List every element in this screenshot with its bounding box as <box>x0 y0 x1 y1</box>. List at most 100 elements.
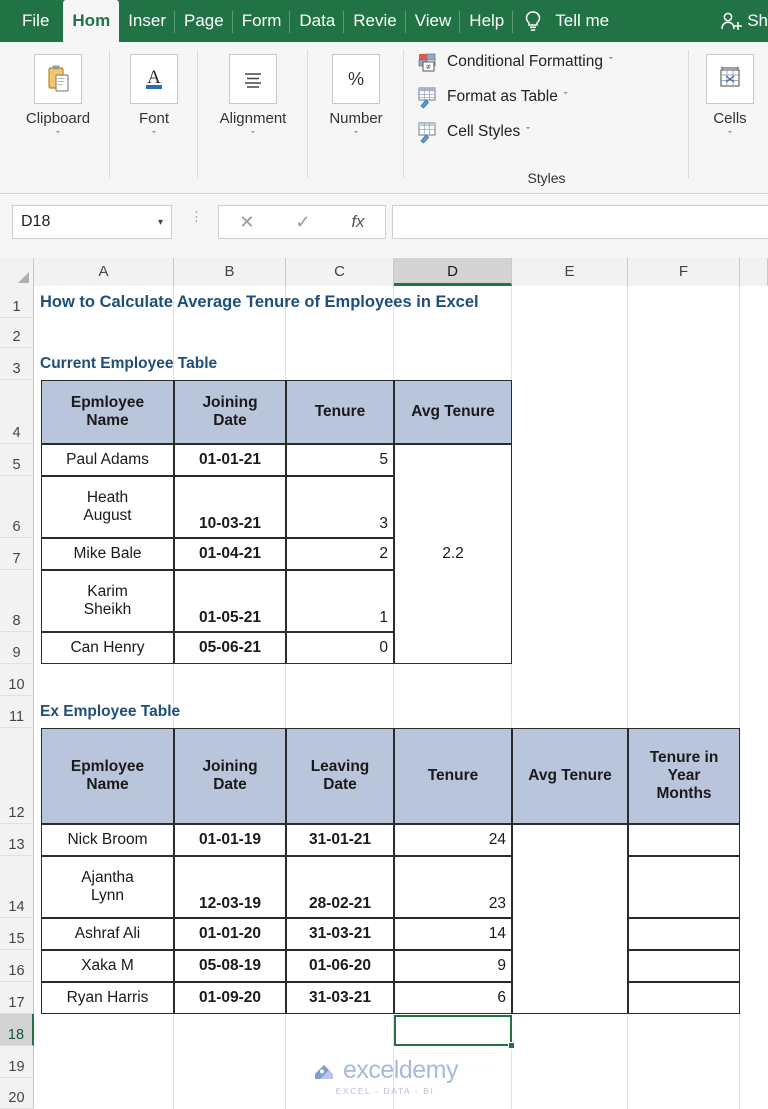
row-header-2[interactable]: 2 <box>0 318 34 348</box>
column-header-c[interactable]: C <box>286 258 394 286</box>
table2-cell-leaving-date[interactable]: 31-03-21 <box>286 918 394 950</box>
table1-cell-tenure[interactable]: 0 <box>286 632 394 664</box>
row-header-16[interactable]: 16 <box>0 950 34 982</box>
cell-styles-button[interactable]: Cell Styles ˇ <box>416 117 689 147</box>
table1-cell-name[interactable]: Can Henry <box>41 632 174 664</box>
column-header-f[interactable]: F <box>628 258 740 286</box>
table1-cell-joining-date[interactable]: 05-06-21 <box>174 632 286 664</box>
table1-cell-name[interactable]: Mike Bale <box>41 538 174 570</box>
column-header-a[interactable]: A <box>34 258 174 286</box>
table2-cell-leaving-date[interactable]: 31-03-21 <box>286 982 394 1014</box>
tab-page-layout[interactable]: Page <box>175 0 233 42</box>
name-box[interactable]: D18 ▾ <box>12 205 172 239</box>
table1-cell-name[interactable]: Heath August <box>41 476 174 538</box>
table1-cell-tenure[interactable]: 2 <box>286 538 394 570</box>
insert-function-icon[interactable]: fx <box>351 212 364 232</box>
ribbon-group-cells[interactable]: Cells ˇ <box>692 42 768 194</box>
table2-cell-leaving-date[interactable]: 28-02-21 <box>286 856 394 918</box>
select-all-corner[interactable] <box>0 258 34 286</box>
name-box-chevron-down-icon[interactable]: ▾ <box>158 217 163 228</box>
column-header-d[interactable]: D <box>394 258 512 286</box>
row-header-9[interactable]: 9 <box>0 632 34 664</box>
selected-cell-d18[interactable] <box>394 1015 512 1046</box>
row-header-10[interactable]: 10 <box>0 664 34 696</box>
table2-cell-name[interactable]: Ashraf Ali <box>41 918 174 950</box>
table2-cell-tenure[interactable]: 9 <box>394 950 512 982</box>
row-header-17[interactable]: 17 <box>0 982 34 1014</box>
table2-cell-name[interactable]: Xaka M <box>41 950 174 982</box>
table1-cell-tenure[interactable]: 1 <box>286 570 394 632</box>
table1-cell-joining-date[interactable]: 01-01-21 <box>174 444 286 476</box>
table2-cell-year-months[interactable] <box>628 856 740 918</box>
font-chevron-down-icon[interactable]: ˇ <box>152 131 156 142</box>
row-header-13[interactable]: 13 <box>0 824 34 856</box>
tell-me-box[interactable]: Tell me <box>523 0 609 42</box>
row-header-8[interactable]: 8 <box>0 570 34 632</box>
enter-icon[interactable]: ✓ <box>295 212 310 233</box>
fill-handle[interactable] <box>508 1042 515 1049</box>
row-header-15[interactable]: 15 <box>0 918 34 950</box>
table1-cell-joining-date[interactable]: 01-05-21 <box>174 570 286 632</box>
formula-input[interactable] <box>392 205 768 239</box>
tab-view[interactable]: View <box>406 0 461 42</box>
table2-cell-avg-tenure[interactable] <box>512 824 628 1014</box>
ribbon-group-number[interactable]: % Number ˇ <box>308 42 404 194</box>
tab-data[interactable]: Data <box>290 0 345 42</box>
table1-cell-tenure[interactable]: 5 <box>286 444 394 476</box>
conditional-formatting-chevron-down-icon[interactable]: ˇ <box>609 56 613 68</box>
table2-cell-year-months[interactable] <box>628 982 740 1014</box>
table2-cell-name[interactable]: Ajantha Lynn <box>41 856 174 918</box>
table2-cell-year-months[interactable] <box>628 950 740 982</box>
cells-chevron-down-icon[interactable]: ˇ <box>728 131 732 142</box>
tab-home[interactable]: Hom <box>63 0 120 42</box>
table1-cell-tenure[interactable]: 3 <box>286 476 394 538</box>
number-chevron-down-icon[interactable]: ˇ <box>354 131 358 142</box>
ribbon-group-alignment[interactable]: Alignment ˇ <box>198 42 308 194</box>
column-header-g[interactable] <box>740 258 768 286</box>
cell-styles-chevron-down-icon[interactable]: ˇ <box>526 126 530 138</box>
table2-cell-leaving-date[interactable]: 01-06-20 <box>286 950 394 982</box>
row-header-6[interactable]: 6 <box>0 476 34 538</box>
table2-cell-joining-date[interactable]: 01-01-19 <box>174 824 286 856</box>
table2-cell-tenure[interactable]: 24 <box>394 824 512 856</box>
alignment-chevron-down-icon[interactable]: ˇ <box>251 131 255 142</box>
row-header-4[interactable]: 4 <box>0 380 34 444</box>
row-header-19[interactable]: 19 <box>0 1046 34 1078</box>
row-header-1[interactable]: 1 <box>0 286 34 318</box>
row-header-12[interactable]: 12 <box>0 728 34 824</box>
table1-cell-joining-date[interactable]: 01-04-21 <box>174 538 286 570</box>
format-as-table-button[interactable]: Format as Table ˇ <box>416 82 689 112</box>
row-header-5[interactable]: 5 <box>0 444 34 476</box>
table1-cell-name[interactable]: Paul Adams <box>41 444 174 476</box>
row-header-20[interactable]: 20 <box>0 1078 34 1109</box>
row-header-14[interactable]: 14 <box>0 856 34 918</box>
table2-cell-tenure[interactable]: 14 <box>394 918 512 950</box>
cancel-icon[interactable]: ✕ <box>239 212 254 233</box>
table1-cell-name[interactable]: Karim Sheikh <box>41 570 174 632</box>
table2-cell-joining-date[interactable]: 12-03-19 <box>174 856 286 918</box>
tab-formulas[interactable]: Form <box>233 0 291 42</box>
table2-cell-name[interactable]: Nick Broom <box>41 824 174 856</box>
row-header-3[interactable]: 3 <box>0 348 34 380</box>
share-button[interactable]: Sh <box>719 0 768 42</box>
table2-cell-name[interactable]: Ryan Harris <box>41 982 174 1014</box>
table2-cell-leaving-date[interactable]: 31-01-21 <box>286 824 394 856</box>
format-as-table-chevron-down-icon[interactable]: ˇ <box>564 91 568 103</box>
row-header-11[interactable]: 11 <box>0 696 34 728</box>
table2-cell-year-months[interactable] <box>628 824 740 856</box>
tab-review[interactable]: Revie <box>344 0 407 42</box>
table2-cell-joining-date[interactable]: 05-08-19 <box>174 950 286 982</box>
table2-cell-tenure[interactable]: 23 <box>394 856 512 918</box>
row-header-7[interactable]: 7 <box>0 538 34 570</box>
table2-cell-joining-date[interactable]: 01-09-20 <box>174 982 286 1014</box>
clipboard-chevron-down-icon[interactable]: ˇ <box>56 131 60 142</box>
tab-insert[interactable]: Inser <box>119 0 175 42</box>
conditional-formatting-button[interactable]: ≠ Conditional Formatting ˇ <box>416 47 689 77</box>
ribbon-group-clipboard[interactable]: Clipboard ˇ <box>6 42 110 194</box>
tab-help[interactable]: Help <box>460 0 514 42</box>
column-header-b[interactable]: B <box>174 258 286 286</box>
row-header-18[interactable]: 18 <box>0 1014 34 1046</box>
ribbon-group-font[interactable]: A Font ˇ <box>110 42 198 194</box>
column-header-e[interactable]: E <box>512 258 628 286</box>
table1-cell-joining-date[interactable]: 10-03-21 <box>174 476 286 538</box>
